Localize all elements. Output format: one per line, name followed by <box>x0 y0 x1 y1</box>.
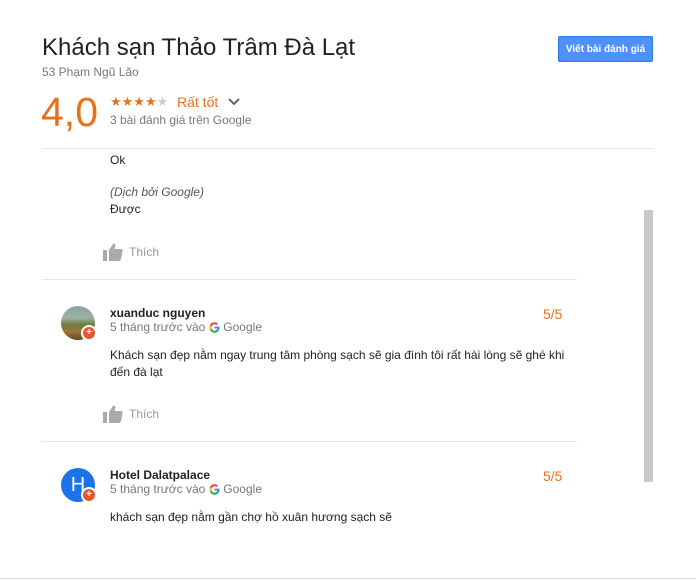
review-score: 5/5 <box>543 468 563 484</box>
review-text: đến đà lạt <box>110 365 163 379</box>
rating-word[interactable]: Rất tốt <box>177 93 218 111</box>
write-review-button[interactable]: Viết bài đánh giá <box>558 36 653 62</box>
like-button[interactable]: Thích <box>103 243 159 261</box>
divider <box>42 441 577 442</box>
review-text: Khách sạn đẹp nằm ngay trung tâm phòng s… <box>110 348 565 362</box>
google-g-icon <box>209 483 220 495</box>
local-guide-badge: + <box>81 487 97 503</box>
empty-star: ★ <box>156 94 169 109</box>
thumbs-up-icon <box>103 405 123 423</box>
review-count: 3 bài đánh giá trên Google <box>110 113 252 127</box>
review-meta: 5 tháng trước vào Google <box>110 320 262 334</box>
like-label: Thích <box>129 245 160 259</box>
divider <box>42 279 577 280</box>
review-source: Google <box>223 482 262 496</box>
chevron-down-icon[interactable] <box>228 97 240 107</box>
reviewer-name[interactable]: xuanduc nguyen <box>110 306 205 320</box>
page-title: Khách sạn Thảo Trâm Đà Lạt <box>42 34 356 61</box>
filled-stars: ★★★★ <box>110 94 157 109</box>
review-source: Google <box>223 320 262 334</box>
review-text: khách sạn đẹp nằm gần chợ hồ xuân hương … <box>110 510 392 524</box>
review-score: 5/5 <box>543 306 563 322</box>
scrollbar-thumb[interactable] <box>644 210 653 482</box>
bottom-border <box>0 578 696 579</box>
like-button[interactable]: Thích <box>103 405 159 423</box>
review-time: 5 tháng trước vào <box>110 320 206 334</box>
review-text: Ok <box>110 153 126 167</box>
divider <box>42 148 654 149</box>
overall-score: 4,0 <box>41 89 98 135</box>
thumbs-up-icon <box>103 243 123 261</box>
hotel-address: 53 Phạm Ngũ Lão <box>42 65 139 79</box>
local-guide-badge: + <box>81 325 97 341</box>
translated-label: (Dịch bởi Google) <box>110 185 204 199</box>
review-time: 5 tháng trước vào <box>110 482 206 496</box>
reviewer-name[interactable]: Hotel Dalatpalace <box>110 468 210 482</box>
google-g-icon <box>209 321 220 333</box>
translated-text: Được <box>110 202 141 216</box>
rating-stars: ★★★★★ <box>110 95 168 109</box>
like-label: Thích <box>129 407 160 421</box>
review-meta: 5 tháng trước vào Google <box>110 482 262 496</box>
